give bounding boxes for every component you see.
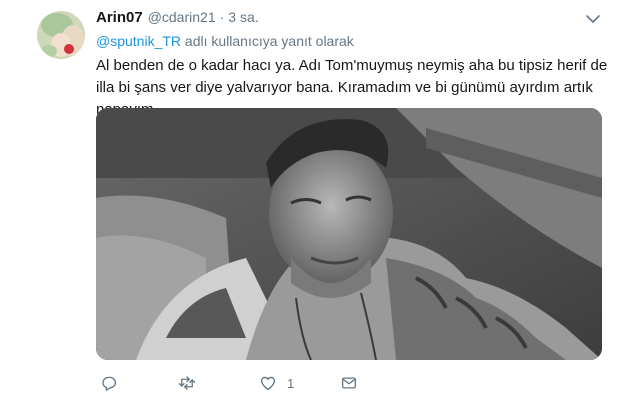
separator-dot: · xyxy=(219,9,225,25)
reply-context: @sputnik_TR adlı kullanıcıya yanıt olara… xyxy=(96,33,354,49)
avatar[interactable] xyxy=(37,11,85,59)
avatar-image xyxy=(37,11,85,59)
tweet-card[interactable]: Arin07 @cdarin21 · 3 sa. @sputnik_TR adl… xyxy=(0,0,635,401)
retweet-icon xyxy=(178,376,196,390)
user-handle[interactable]: @cdarin21 xyxy=(148,9,216,25)
direct-message-button[interactable] xyxy=(340,373,358,393)
like-button[interactable]: 1 xyxy=(259,373,294,393)
chevron-down-icon[interactable] xyxy=(585,12,601,26)
like-count: 1 xyxy=(287,375,295,391)
display-name[interactable]: Arin07 xyxy=(96,9,143,26)
reply-mention-link[interactable]: @sputnik_TR xyxy=(96,33,181,49)
tweet-photo[interactable] xyxy=(96,108,602,360)
heart-icon xyxy=(260,376,276,391)
reply-icon xyxy=(102,376,117,391)
tweet-actions: 1 xyxy=(96,373,396,393)
reply-suffix: adlı kullanıcıya yanıt olarak xyxy=(184,33,354,49)
timestamp[interactable]: 3 sa. xyxy=(228,9,258,25)
photo-image xyxy=(96,108,602,360)
retweet-button[interactable] xyxy=(178,373,196,393)
envelope-icon xyxy=(341,377,357,389)
reply-button[interactable] xyxy=(100,373,118,393)
tweet-header: Arin07 @cdarin21 · 3 sa. xyxy=(96,9,259,29)
